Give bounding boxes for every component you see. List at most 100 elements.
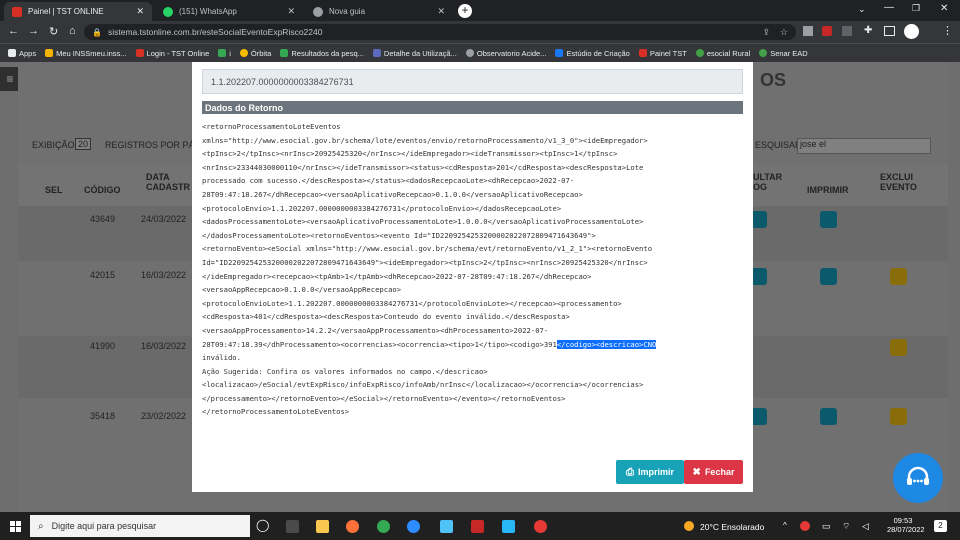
close-button[interactable]: ✖ Fechar xyxy=(684,460,743,484)
forward-icon[interactable]: → xyxy=(28,25,39,37)
bookmark-item[interactable]: Meu INSSmeu.inss... xyxy=(45,48,127,58)
home-icon[interactable]: ⌂ xyxy=(69,25,76,37)
weather-text[interactable]: 20°C Ensolarado xyxy=(700,522,764,532)
print-button[interactable] xyxy=(820,211,837,228)
delete-event-button[interactable] xyxy=(890,339,907,356)
xml-line: </dadosProcessamentoLote><retornoEventos… xyxy=(202,230,596,240)
new-tab-button[interactable]: + xyxy=(458,4,472,18)
bookmark-label: Senar EAD xyxy=(770,48,808,58)
taskbar-search-input[interactable]: ⌕ Digite aqui para pesquisar xyxy=(30,515,250,537)
delete-event-button[interactable] xyxy=(890,408,907,425)
address-bar[interactable]: 🔒 sistema.tstonline.com.br/esteSocialEve… xyxy=(84,24,796,40)
tray-app-icon[interactable] xyxy=(800,521,810,531)
tab-whatsapp[interactable]: (151) WhatsApp ✕ xyxy=(155,2,303,21)
share-icon[interactable]: ⇪ xyxy=(762,27,770,38)
xml-line: Id="ID2209254253200002022072809471643649… xyxy=(202,257,648,267)
chrome-taskbar-icon[interactable] xyxy=(377,520,390,533)
profile-avatar[interactable] xyxy=(904,24,919,39)
app-icon[interactable] xyxy=(534,520,547,533)
xml-line: Ação Sugerida: Confira os valores inform… xyxy=(202,366,488,376)
close-window-button[interactable]: ✕ xyxy=(940,3,948,14)
bookmark-apps[interactable]: Apps xyxy=(8,49,36,58)
minimize-button[interactable]: — xyxy=(884,2,894,13)
return-data-modal: 1.1.202207.0000000003384276731 Dados do … xyxy=(192,62,753,492)
windows-start-icon[interactable] xyxy=(10,521,21,532)
firefox-icon[interactable] xyxy=(346,520,359,533)
hamburger-menu-icon[interactable]: ≡ xyxy=(0,67,20,91)
print-button[interactable] xyxy=(820,408,837,425)
close-tab-icon[interactable]: ✕ xyxy=(287,6,295,17)
xml-return-text[interactable]: <retornoProcessamentoLoteEventos xmlns="h… xyxy=(202,120,746,419)
bookmark-item[interactable]: Painel TST xyxy=(638,49,687,58)
bookmark-label: Meu INSSmeu.inss... xyxy=(56,48,127,58)
xml-line: <versaoAppRecepcao>0.1.0.0</versaoAppRec… xyxy=(202,285,402,295)
chrome-icon xyxy=(313,6,323,17)
puzzle-icon[interactable]: ✚ xyxy=(864,25,872,36)
close-tab-icon[interactable]: ✕ xyxy=(437,6,445,17)
xml-line: inválido. xyxy=(202,353,241,363)
widgets-icon[interactable] xyxy=(286,520,299,533)
extension-icon[interactable] xyxy=(822,26,832,36)
tab-nova-guia[interactable]: Nova guia ✕ xyxy=(305,2,453,21)
bookmark-item[interactable]: Órbita xyxy=(239,49,271,58)
network-icon[interactable]: ⌔ xyxy=(842,521,850,532)
flag-icon xyxy=(372,49,381,57)
battery-icon[interactable]: ▭ xyxy=(822,521,831,532)
tray-arrow-icon[interactable]: ^ xyxy=(783,521,787,530)
task-view-icon[interactable]: ◯ xyxy=(256,518,269,532)
xml-line: <versaoAppProcessamento>14.2.2</versaoAp… xyxy=(202,325,549,335)
notifications-badge[interactable]: 2 xyxy=(934,520,947,532)
bookmark-item[interactable]: Estúdio de Criação xyxy=(555,49,630,58)
page-size-select[interactable]: 20 xyxy=(75,138,92,150)
print-button[interactable] xyxy=(820,268,837,285)
tst-icon xyxy=(135,49,144,57)
printer-icon: ⎙ xyxy=(625,466,634,478)
back-icon[interactable]: ← xyxy=(8,25,19,37)
protocol-field[interactable]: 1.1.202207.0000000003384276731 xyxy=(202,69,743,94)
tab-painel[interactable]: Painel | TST ONLINE ✕ xyxy=(4,2,152,21)
acrobat-icon[interactable] xyxy=(471,520,484,533)
bookmark-item[interactable]: Detalhe da Utilizaçã... xyxy=(372,49,457,58)
extension-icon[interactable] xyxy=(803,26,813,36)
row-date: 16/03/2022 xyxy=(141,341,187,351)
volume-icon[interactable]: ◁ xyxy=(862,521,869,532)
column-header: EXCLUI EVENTO xyxy=(880,172,917,192)
bookmark-label: i xyxy=(229,48,231,58)
xml-line: <localizacao>/eSocial/evtExpRisco/infoEx… xyxy=(202,380,644,390)
bookmark-item[interactable]: Senar EAD xyxy=(759,49,808,58)
support-chat-button[interactable] xyxy=(893,453,943,503)
column-header: ULTAR OG xyxy=(753,172,783,192)
drive-icon xyxy=(218,49,227,57)
tst-icon xyxy=(638,49,647,57)
bookmark-item[interactable]: Login - TST Online xyxy=(135,49,209,58)
bookmark-label: esocial Rural xyxy=(706,48,751,58)
section-header: Dados do Retorno xyxy=(202,101,743,114)
xml-line: </ideEmpregador><recepcao><tpAmb>1</tpAm… xyxy=(202,271,592,281)
print-button[interactable]: ⎙ Imprimir xyxy=(616,460,684,484)
bookmark-item[interactable]: esocial Rural xyxy=(695,48,751,58)
selected-text[interactable]: </codigo><descricao>CNO xyxy=(556,339,657,349)
photos-icon[interactable] xyxy=(502,520,515,533)
maximize-button[interactable]: ❐ xyxy=(912,3,920,14)
app-icon[interactable] xyxy=(407,520,420,533)
clock[interactable]: 09:53 28/07/2022 xyxy=(887,516,925,534)
tab-search-icon[interactable]: ⌄ xyxy=(858,4,866,15)
bookmark-item[interactable]: Resultados da pesq... xyxy=(280,49,364,58)
row-date: 16/03/2022 xyxy=(141,270,187,280)
close-tab-icon[interactable]: ✕ xyxy=(136,6,144,17)
bookmark-star-icon[interactable]: ☆ xyxy=(780,27,788,38)
clock-time: 09:53 xyxy=(893,516,913,525)
extension-icon[interactable] xyxy=(842,26,852,36)
side-panel-icon[interactable] xyxy=(884,26,895,36)
browser-toolbar: ← → ↻ ⌂ 🔒 sistema.tstonline.com.br/esteS… xyxy=(0,21,960,43)
menu-dots-icon[interactable]: ⋮ xyxy=(942,24,953,37)
weather-sun-icon xyxy=(684,521,694,531)
reload-icon[interactable]: ↻ xyxy=(49,25,58,38)
bookmark-item[interactable]: Observatorio Acide... xyxy=(465,49,546,58)
bookmark-item[interactable]: i xyxy=(218,49,231,58)
delete-event-button[interactable] xyxy=(890,268,907,285)
file-explorer-icon[interactable] xyxy=(316,520,329,533)
xml-line: <nrInsc>23344030000110</nrInsc></ideTran… xyxy=(202,162,644,172)
app-icon[interactable] xyxy=(440,520,453,533)
search-input[interactable]: jose el xyxy=(797,138,931,154)
